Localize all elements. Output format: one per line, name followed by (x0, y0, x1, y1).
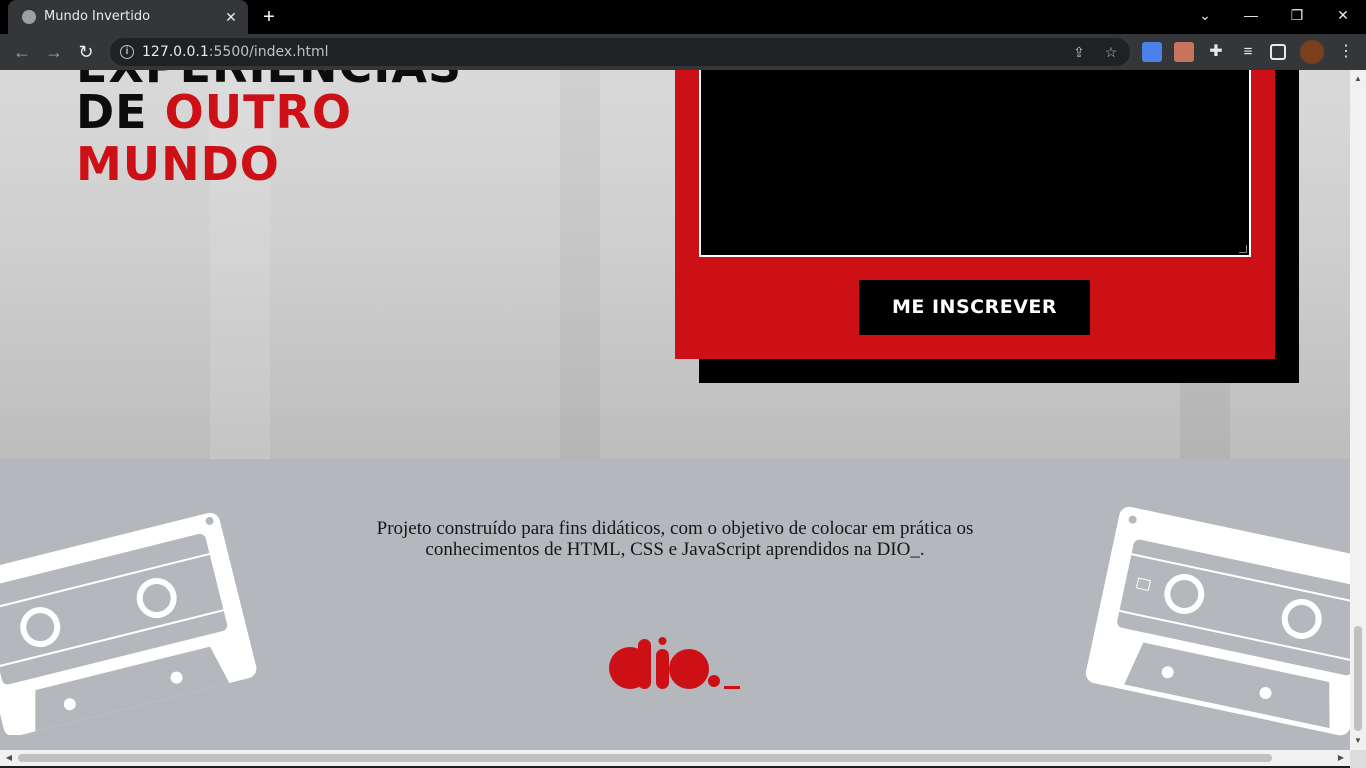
headline-line-2: DE OUTRO (76, 86, 352, 138)
tab-title: Mundo Invertido (44, 9, 151, 24)
extensions-puzzle-icon[interactable]: ✚ (1206, 42, 1226, 62)
message-textarea[interactable] (699, 70, 1251, 257)
scroll-right-arrow-icon[interactable]: ▶ (1334, 750, 1348, 766)
share-icon[interactable]: ⇪ (1070, 43, 1088, 61)
scroll-down-arrow-icon[interactable]: ▼ (1350, 734, 1366, 748)
fog-decoration (560, 70, 600, 459)
hero-section: EXPERIÊNCIAS DE OUTRO MUNDO ME INSCREVER (0, 70, 1350, 459)
new-tab-button[interactable]: + (258, 6, 280, 28)
reload-icon[interactable]: ↻ (74, 40, 98, 64)
back-arrow-icon[interactable]: ← (10, 40, 34, 64)
side-panel-icon[interactable] (1270, 44, 1286, 60)
minimize-icon[interactable]: — (1228, 0, 1274, 30)
forward-arrow-icon[interactable]: → (42, 40, 66, 64)
resize-grip-icon[interactable] (1239, 245, 1247, 253)
browser-toolbar: ← → ↻ i 127.0.0.1:5500/index.html ⇪ ☆ ✚ … (0, 34, 1366, 70)
reading-list-icon[interactable]: ≡ (1238, 42, 1258, 62)
scroll-left-arrow-icon[interactable]: ◀ (2, 750, 16, 766)
cassette-tape-icon (0, 512, 257, 735)
horizontal-scroll-thumb[interactable] (18, 754, 1272, 762)
menu-kebab-icon[interactable]: ⋮ (1336, 42, 1356, 62)
window-close-icon[interactable]: ✕ (1320, 0, 1366, 30)
google-translate-icon[interactable] (1142, 42, 1162, 62)
cast-icon[interactable] (1174, 42, 1194, 62)
url-text: 127.0.0.1:5500/index.html (142, 44, 329, 60)
footer-description: Projeto construído para fins didáticos, … (376, 518, 974, 560)
cassette-tape-icon (1085, 506, 1350, 736)
vertical-scrollbar[interactable]: ▲ ▼ (1350, 70, 1366, 750)
scroll-up-arrow-icon[interactable]: ▲ (1350, 72, 1366, 86)
headline-de: DE (76, 85, 148, 139)
browser-tab[interactable]: Mundo Invertido ✕ (8, 0, 248, 34)
subscribe-button[interactable]: ME INSCREVER (859, 280, 1090, 335)
headline-mundo: MUNDO (76, 137, 280, 191)
vertical-scroll-thumb[interactable] (1354, 626, 1362, 731)
page-viewport: EXPERIÊNCIAS DE OUTRO MUNDO ME INSCREVER (0, 70, 1350, 750)
globe-icon (22, 10, 36, 24)
profile-avatar-icon[interactable] (1300, 40, 1324, 64)
page-footer: Projeto construído para fins didáticos, … (0, 459, 1350, 750)
headline-outro: OUTRO (164, 85, 352, 139)
browser-title-bar: Mundo Invertido ✕ + ⌄ — ❐ ✕ (0, 0, 1366, 34)
bookmark-star-icon[interactable]: ☆ (1102, 43, 1120, 61)
scrollbar-corner (1350, 750, 1366, 768)
site-info-icon[interactable]: i (120, 45, 134, 59)
horizontal-scrollbar[interactable]: ◀ ▶ (0, 750, 1350, 766)
close-tab-icon[interactable]: ✕ (222, 8, 240, 26)
dio-logo[interactable] (608, 637, 742, 691)
restore-icon[interactable]: ❐ (1274, 0, 1320, 30)
address-bar[interactable]: i 127.0.0.1:5500/index.html ⇪ ☆ (110, 38, 1130, 66)
tab-search-icon[interactable]: ⌄ (1182, 0, 1228, 30)
